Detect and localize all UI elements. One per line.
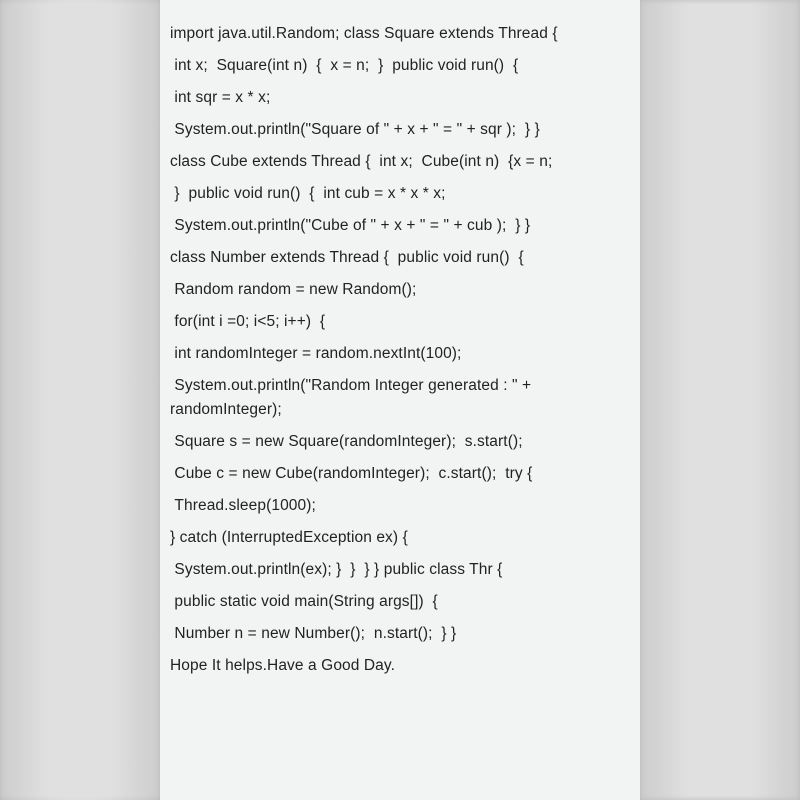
code-line: class Number extends Thread { public voi… [170, 246, 630, 270]
code-line: class Cube extends Thread { int x; Cube(… [170, 150, 630, 174]
code-line: System.out.println(ex); } } } } public c… [170, 558, 630, 582]
code-line: int randomInteger = random.nextInt(100); [170, 342, 630, 366]
code-line: Square s = new Square(randomInteger); s.… [170, 430, 630, 454]
closing-message: Hope It helps.Have a Good Day. [170, 654, 630, 678]
code-line: } catch (InterruptedException ex) { [170, 526, 630, 550]
code-document: import java.util.Random; class Square ex… [160, 0, 640, 800]
code-line: int x; Square(int n) { x = n; } public v… [170, 54, 630, 78]
code-line: import java.util.Random; class Square ex… [170, 22, 630, 46]
code-line: Number n = new Number(); n.start(); } } [170, 622, 630, 646]
code-line: System.out.println("Square of " + x + " … [170, 118, 630, 142]
code-line: Random random = new Random(); [170, 278, 630, 302]
code-line: System.out.println("Cube of " + x + " = … [170, 214, 630, 238]
code-line: } public void run() { int cub = x * x * … [170, 182, 630, 206]
code-line: Thread.sleep(1000); [170, 494, 630, 518]
code-line: System.out.println("Random Integer gener… [170, 374, 630, 422]
code-line: public static void main(String args[]) { [170, 590, 630, 614]
code-line: for(int i =0; i<5; i++) { [170, 310, 630, 334]
code-line: int sqr = x * x; [170, 86, 630, 110]
code-line: Cube c = new Cube(randomInteger); c.star… [170, 462, 630, 486]
